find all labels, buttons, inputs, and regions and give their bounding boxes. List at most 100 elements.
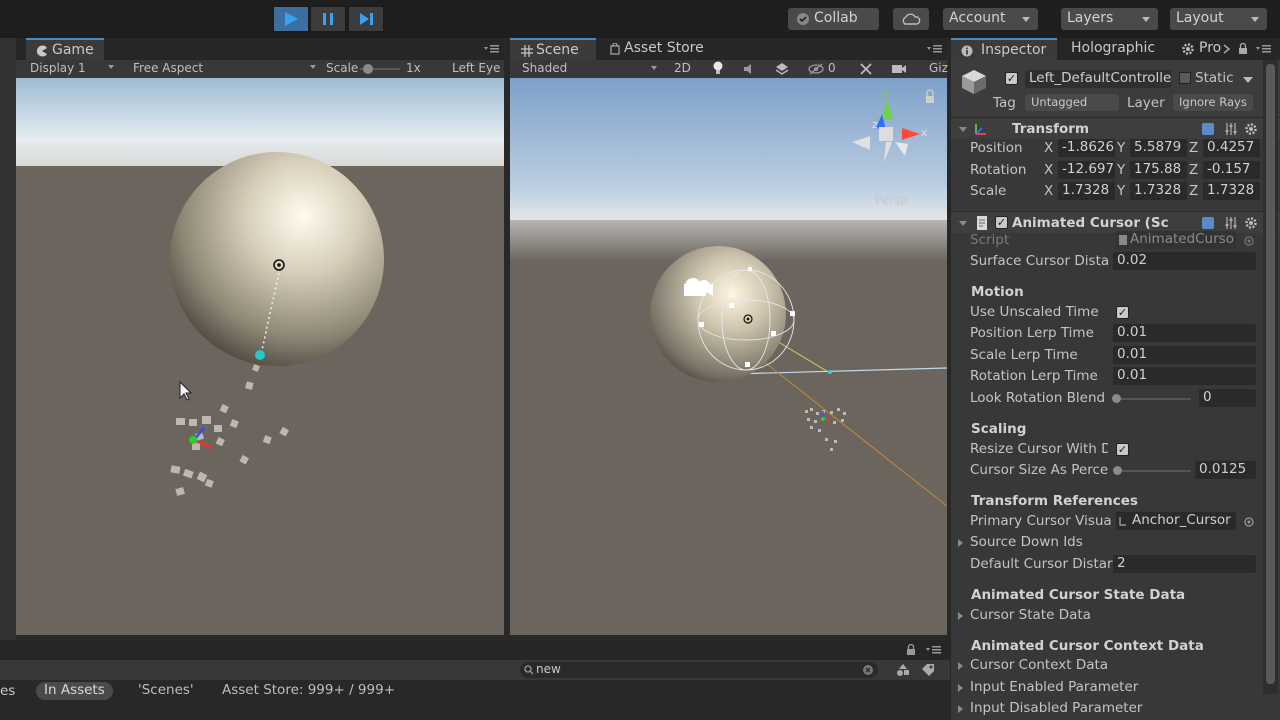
persp-label[interactable]: Persp (875, 193, 908, 207)
light-bulb-icon[interactable] (712, 61, 724, 76)
look-rotation-slider[interactable] (1116, 398, 1191, 400)
chevron-right-icon[interactable] (1222, 44, 1232, 54)
panel-menu-icon[interactable] (1256, 44, 1272, 54)
asset-store-pill[interactable]: Asset Store: 999+ / 999+ (214, 682, 403, 700)
tab-game[interactable]: Game (26, 38, 104, 60)
object-picker-icon[interactable] (1244, 517, 1254, 527)
axis-x-label: X (1044, 162, 1054, 178)
clear-search-icon[interactable] (862, 664, 874, 676)
object-name-field[interactable]: Left_DefaultControlle (1025, 70, 1171, 88)
size-percent-field[interactable]: 0.0125 (1195, 461, 1256, 479)
transform-ref-icon (1119, 517, 1126, 526)
state-data-row[interactable]: Cursor State Data (951, 605, 1280, 626)
lock-icon[interactable] (1238, 43, 1248, 55)
scenes-pill[interactable]: 'Scenes' (130, 682, 202, 700)
eye-select[interactable]: Left Eye (452, 61, 500, 75)
gizmos-button[interactable]: Giz (929, 61, 948, 75)
look-rotation-field[interactable]: 0 (1199, 389, 1256, 407)
panel-menu-icon[interactable] (927, 44, 943, 54)
chevron-down-icon (651, 66, 657, 70)
look-rotation-row: Look Rotation Blend 0 (951, 388, 1280, 409)
scale-y-field[interactable]: 1.7328 (1130, 182, 1187, 200)
help-book-icon[interactable] (1201, 122, 1215, 136)
game-viewport[interactable] (16, 78, 504, 635)
eye-hidden-icon[interactable] (808, 63, 824, 75)
active-checkbox[interactable]: ✓ (1005, 72, 1018, 85)
collab-button[interactable]: Collab (788, 8, 879, 30)
input-enabled-row[interactable]: Input Enabled Parameter (951, 677, 1280, 698)
layers-dropdown[interactable]: Layers (1061, 8, 1158, 30)
collab-check-icon (797, 13, 809, 25)
source-down-row[interactable]: Source Down Ids (951, 532, 1280, 553)
component-gear-icon[interactable] (1244, 122, 1258, 136)
pause-button[interactable] (310, 6, 346, 32)
inspector-scrollbar[interactable] (1263, 60, 1278, 694)
tools-icon[interactable] (859, 62, 873, 76)
tab-holographic[interactable]: Holographic (1063, 38, 1163, 60)
resize-checkbox[interactable]: ✓ (1116, 443, 1129, 456)
layer-dropdown[interactable]: Ignore Rays (1173, 94, 1253, 111)
context-data-row[interactable]: Cursor Context Data (951, 655, 1280, 676)
mode-2d-button[interactable]: 2D (674, 61, 691, 75)
look-rotation-knob[interactable] (1112, 394, 1121, 403)
rotation-x-field[interactable]: -12.697 (1058, 161, 1115, 179)
tab-scene[interactable]: Scene (510, 38, 596, 60)
panel-menu-icon[interactable] (484, 44, 500, 54)
display-select[interactable]: Display 1 (30, 61, 86, 75)
rotation-y-field[interactable]: 175.88 (1130, 161, 1187, 179)
scale-lerp-field[interactable]: 0.01 (1113, 346, 1256, 364)
lock-icon[interactable] (926, 96, 934, 103)
transform-header[interactable]: Transform (951, 117, 1280, 139)
shading-select[interactable]: Shaded (522, 61, 567, 75)
help-book-icon[interactable] (1201, 216, 1215, 230)
project-tab-label: Pro (1199, 40, 1222, 56)
chevron-down-icon[interactable] (1243, 77, 1253, 83)
preset-sliders-icon[interactable] (1224, 216, 1238, 230)
tag-dropdown[interactable]: Untagged (1025, 94, 1119, 111)
layout-dropdown[interactable]: Layout (1170, 8, 1267, 30)
surface-distance-field[interactable]: 0.02 (1113, 252, 1256, 270)
scrollbar-thumb[interactable] (1266, 64, 1275, 684)
search-input[interactable]: new (520, 662, 878, 678)
rotation-lerp-field[interactable]: 0.01 (1113, 367, 1256, 385)
preset-sliders-icon[interactable] (1224, 122, 1238, 136)
scale-z-field[interactable]: 1.7328 (1203, 182, 1260, 200)
account-dropdown[interactable]: Account (943, 8, 1038, 30)
component-gear-icon[interactable] (1244, 216, 1258, 230)
step-button[interactable] (348, 6, 384, 32)
rotation-z-field[interactable]: -0.157 (1203, 161, 1260, 179)
position-lerp-field[interactable]: 0.01 (1113, 324, 1256, 342)
chevron-down-icon (108, 65, 114, 69)
size-percent-slider[interactable] (1116, 470, 1191, 472)
chevron-down-icon (1022, 17, 1030, 22)
axis-y-label: Y (1117, 140, 1126, 156)
static-checkbox[interactable] (1179, 72, 1191, 84)
tab-inspector[interactable]: Inspector (951, 38, 1057, 60)
cloud-button[interactable] (893, 8, 929, 30)
camera-icon[interactable] (891, 63, 907, 75)
primary-visual-field[interactable]: Anchor_Cursor (1116, 512, 1236, 530)
tab-asset-store[interactable]: Asset Store (606, 38, 716, 60)
position-y-field[interactable]: 5.5879 (1130, 139, 1187, 157)
filter-label-icon[interactable] (921, 663, 935, 677)
in-assets-pill[interactable]: In Assets (36, 682, 113, 700)
position-z-field[interactable]: 0.4257 (1203, 139, 1260, 157)
scale-x-field[interactable]: 1.7328 (1058, 182, 1115, 200)
unscaled-time-checkbox[interactable]: ✓ (1116, 306, 1129, 319)
search-scope-partial[interactable]: es (0, 683, 15, 699)
input-disabled-row[interactable]: Input Disabled Parameter (951, 698, 1280, 719)
scene-viewport[interactable]: y z x Persp (510, 78, 947, 635)
component-enabled-checkbox[interactable]: ✓ (995, 216, 1008, 229)
filter-type-icon[interactable] (896, 663, 910, 677)
scale-slider-knob[interactable] (363, 64, 373, 74)
position-x-field[interactable]: -1.8626 (1058, 139, 1115, 157)
effects-icon[interactable] (775, 62, 789, 76)
audio-icon[interactable] (743, 63, 757, 75)
lock-icon[interactable] (906, 644, 916, 656)
aspect-select[interactable]: Free Aspect (133, 61, 203, 75)
panel-menu-icon[interactable] (926, 645, 942, 655)
size-percent-knob[interactable] (1113, 466, 1122, 475)
foldout-closed-icon (958, 539, 963, 547)
default-distance-field[interactable]: 2 (1113, 555, 1256, 573)
play-button[interactable] (273, 6, 309, 32)
